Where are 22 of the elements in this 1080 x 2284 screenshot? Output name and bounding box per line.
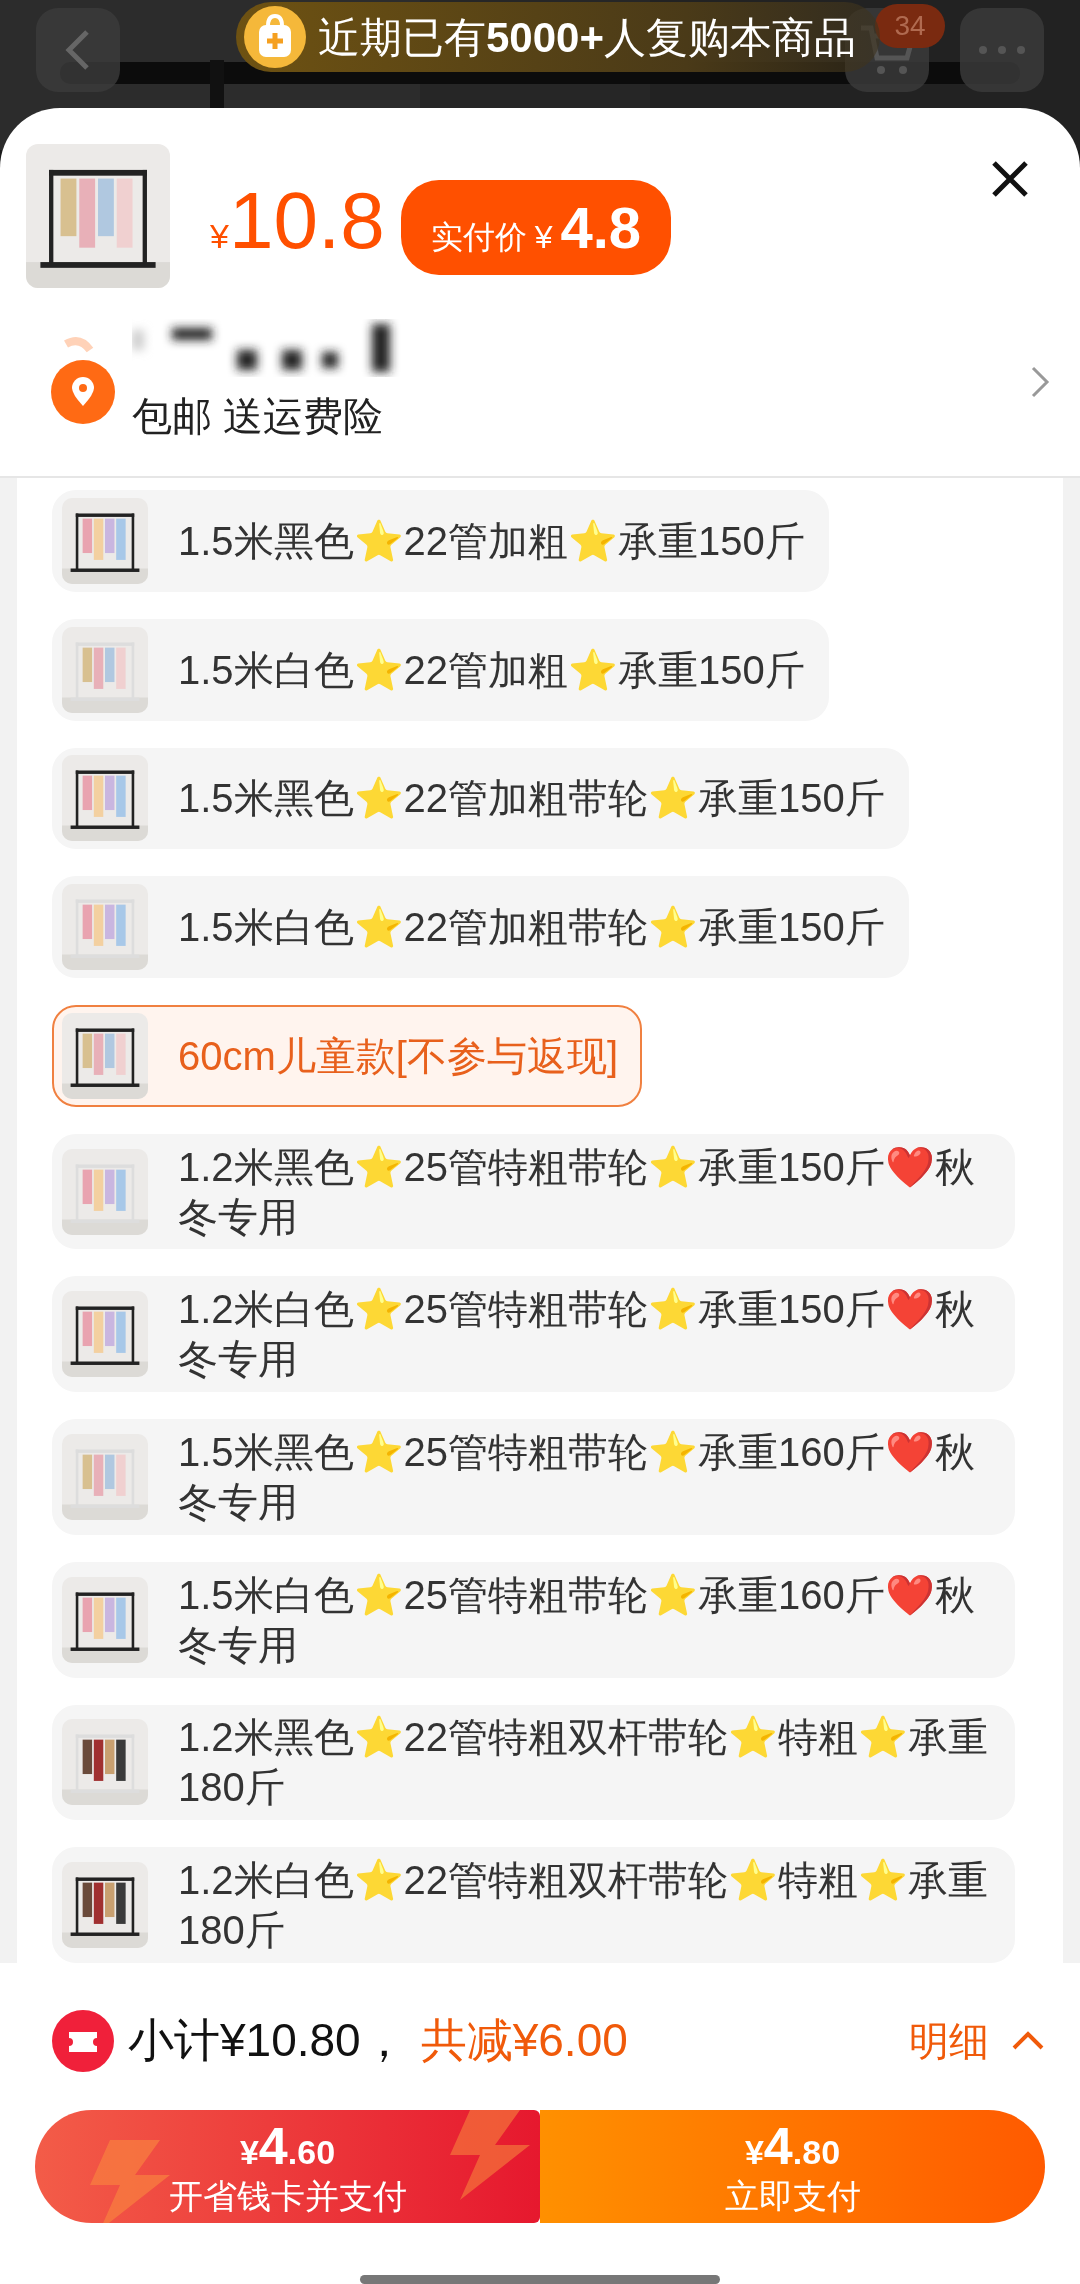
- shipping-info: 包邮 送运费险: [132, 393, 385, 440]
- close-button[interactable]: [990, 159, 1030, 199]
- variant-option[interactable]: 1.5米黑色⭐22管加粗⭐承重150斤: [52, 490, 829, 592]
- discount-total: 共减¥6.00: [420, 2013, 628, 2068]
- variant-option[interactable]: 1.2米白色⭐25管特粗带轮⭐承重150斤❤秋冬专用: [52, 1276, 1015, 1393]
- variant-option[interactable]: 1.5米黑色⭐25管特粗带轮⭐承重160斤❤秋冬专用: [52, 1419, 1015, 1535]
- actual-price-badge: 实付价 ¥4.8: [400, 180, 672, 275]
- close-icon: [990, 159, 1030, 199]
- variant-option[interactable]: 1.5米黑色⭐22管加粗带轮⭐承重150斤: [52, 747, 909, 850]
- savings-card-pay-button[interactable]: ¥4.60 开省钱卡并支付: [35, 2110, 540, 2223]
- variant-option[interactable]: 1.5米白色⭐22管加粗带轮⭐承重150斤: [52, 876, 909, 978]
- address-chevron[interactable]: [1030, 365, 1050, 399]
- chevron-up-icon: [1011, 2030, 1045, 2051]
- variant-option[interactable]: 1.5米白色⭐25管特粗带轮⭐承重160斤❤秋冬专用: [52, 1561, 1015, 1678]
- variant-option[interactable]: 1.2米黑色⭐22管特粗双杆带轮⭐特粗⭐承重180斤: [52, 1704, 1015, 1821]
- chevron-right-icon: [1030, 365, 1050, 399]
- variant-option[interactable]: 1.2米黑色⭐25管特粗带轮⭐承重150斤❤秋冬专用: [52, 1133, 1015, 1250]
- coupon-icon: [52, 2009, 114, 2072]
- subtotal: 小计¥10.80，: [128, 2013, 407, 2068]
- variant-option[interactable]: 1.2米白色⭐22管特粗双杆带轮⭐特粗⭐承重180斤: [52, 1847, 1015, 1963]
- variant-option[interactable]: 1.5米白色⭐22管加粗⭐承重150斤: [52, 618, 829, 721]
- price: ¥10.8: [210, 181, 385, 262]
